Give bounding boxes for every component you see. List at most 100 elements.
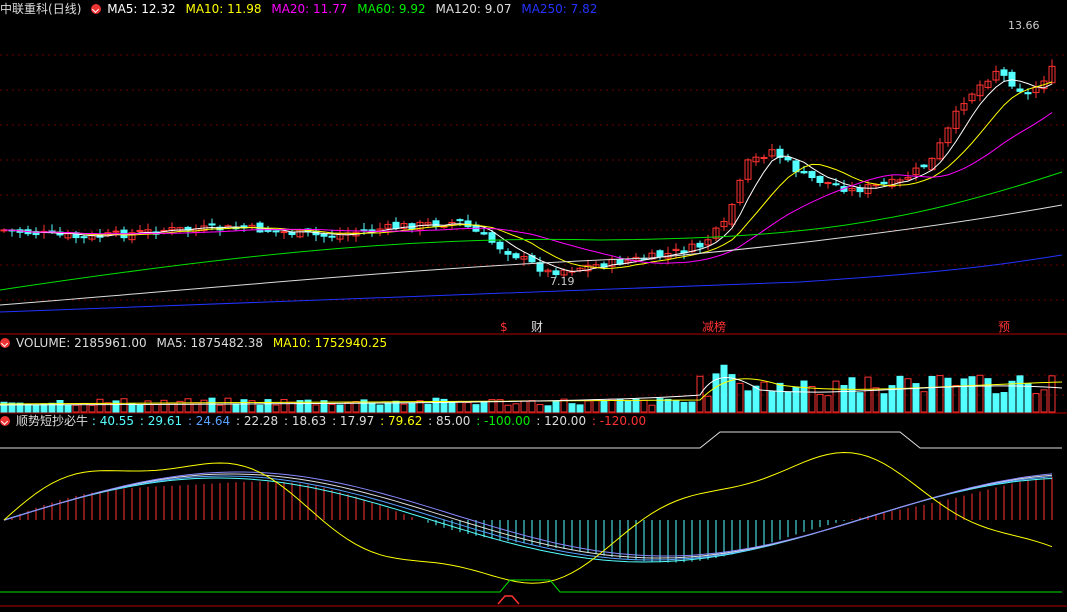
volume-bar (616, 399, 624, 413)
volume-bar (408, 402, 416, 413)
candle-body (696, 242, 704, 248)
volume-legend: VOLUME: 2185961.00 MA5: 1875482.38 MA10:… (0, 336, 393, 351)
dropdown-icon[interactable] (0, 416, 10, 426)
ma60-line (0, 171, 1063, 291)
volume-bar (240, 399, 248, 413)
indicator-line (3, 473, 1053, 559)
volume-bar (456, 400, 464, 413)
candle-body (920, 164, 928, 168)
event-tag-forecast[interactable]: 预 (998, 320, 1010, 334)
volume-bar (208, 397, 216, 413)
volume-bar (536, 404, 544, 413)
volume-bar (280, 399, 288, 413)
volume-bar (368, 403, 376, 413)
volume-bar (632, 398, 640, 413)
candle-body (1000, 69, 1008, 76)
volume-bar (960, 378, 968, 413)
volume-bar (88, 404, 96, 413)
volume-bar (336, 404, 344, 413)
candle-body (280, 231, 288, 234)
volume-bar (600, 399, 608, 413)
volume-bar (72, 404, 80, 413)
candle-body (272, 230, 280, 233)
candle-body (480, 232, 488, 235)
volume-bar (800, 380, 808, 413)
volume-bar (504, 404, 512, 413)
volume-bar (880, 393, 888, 413)
volume-bar (272, 404, 280, 413)
volume-bar (648, 404, 656, 413)
candle-body (1008, 71, 1016, 87)
volume-bar (832, 380, 840, 413)
volume-bar (464, 402, 472, 413)
indicator-value: : 17.97 (332, 414, 375, 428)
volume-bar (624, 400, 632, 413)
candle-body (824, 182, 832, 185)
candle-body (856, 187, 864, 193)
volume-bar (32, 404, 40, 413)
indicator-value: : 18.63 (284, 414, 327, 428)
candle-body (784, 156, 792, 161)
volume-bar (592, 399, 600, 413)
candle-body (552, 270, 560, 276)
ma60-value: MA60: 9.92 (357, 2, 426, 16)
volume-bar (776, 382, 784, 413)
indicator-value: : -120.00 (591, 414, 647, 428)
dropdown-icon[interactable] (91, 4, 102, 14)
volume-bar (1000, 392, 1008, 413)
volume-bar (576, 404, 584, 413)
candle-body (880, 181, 888, 185)
volume-bar (400, 403, 408, 413)
volume-bar (200, 399, 208, 413)
event-tag-finance-text: 财 (531, 320, 544, 334)
candle-body (656, 250, 664, 258)
chart-canvas[interactable] (0, 0, 1067, 612)
volume-bar (96, 398, 104, 413)
volume-bar (736, 382, 744, 413)
candle-body (504, 251, 512, 255)
price-legend: 中联重科(日线) MA5: 12.32 MA10: 11.98 MA20: 11… (0, 2, 603, 17)
indicator-value: : -100.00 (476, 414, 531, 428)
volume-bar (384, 402, 392, 413)
volume-bar (1024, 383, 1032, 413)
volume-bar (760, 381, 768, 413)
event-tag-dragon-tiger-text: 减榜 (702, 320, 727, 334)
volume-bar (944, 377, 952, 413)
candle-body (392, 221, 400, 229)
ma20-line (3, 112, 1053, 264)
ma20-value: MA20: 11.77 (271, 2, 348, 16)
volume-bar (680, 401, 688, 413)
event-tag-dividend[interactable]: $ (500, 320, 508, 334)
indicator-upper-line (0, 431, 1062, 449)
indicator-legend: 顺势短抄必牛 : 40.55 : 29.61 : 24.64 : 22.28 :… (0, 414, 648, 429)
volume-bar (992, 393, 1000, 413)
dropdown-icon[interactable] (0, 338, 10, 348)
event-tag-finance[interactable]: 财 (531, 320, 543, 334)
indicator-line (3, 477, 1053, 563)
volume-bar (520, 400, 528, 413)
event-tag-dragon-tiger[interactable]: 减榜 (702, 320, 726, 334)
volume-bar (928, 375, 936, 413)
volume-bar (56, 400, 64, 413)
volume-bar (568, 403, 576, 413)
volume-bar (792, 386, 800, 413)
ma250-value: MA250: 7.82 (521, 2, 598, 16)
candle-body (136, 230, 144, 233)
ma5-line (3, 79, 1053, 273)
volume-bar (264, 399, 272, 413)
volume-bar (184, 398, 192, 413)
volume-bar (808, 385, 816, 413)
volume-bar (1016, 375, 1024, 413)
volume-bar (856, 392, 864, 413)
volume-bar (224, 397, 232, 413)
volume-bar (120, 398, 128, 413)
candle-body (496, 241, 504, 250)
volume-bar (1032, 393, 1040, 413)
volume-bar (672, 400, 680, 413)
candle-body (816, 175, 824, 183)
indicator-value: : 29.61 (139, 414, 183, 428)
candle-body (800, 170, 808, 174)
indicator-value: : 79.62 (380, 414, 423, 428)
volume-bar (1048, 375, 1056, 413)
volume-bar (64, 404, 72, 413)
